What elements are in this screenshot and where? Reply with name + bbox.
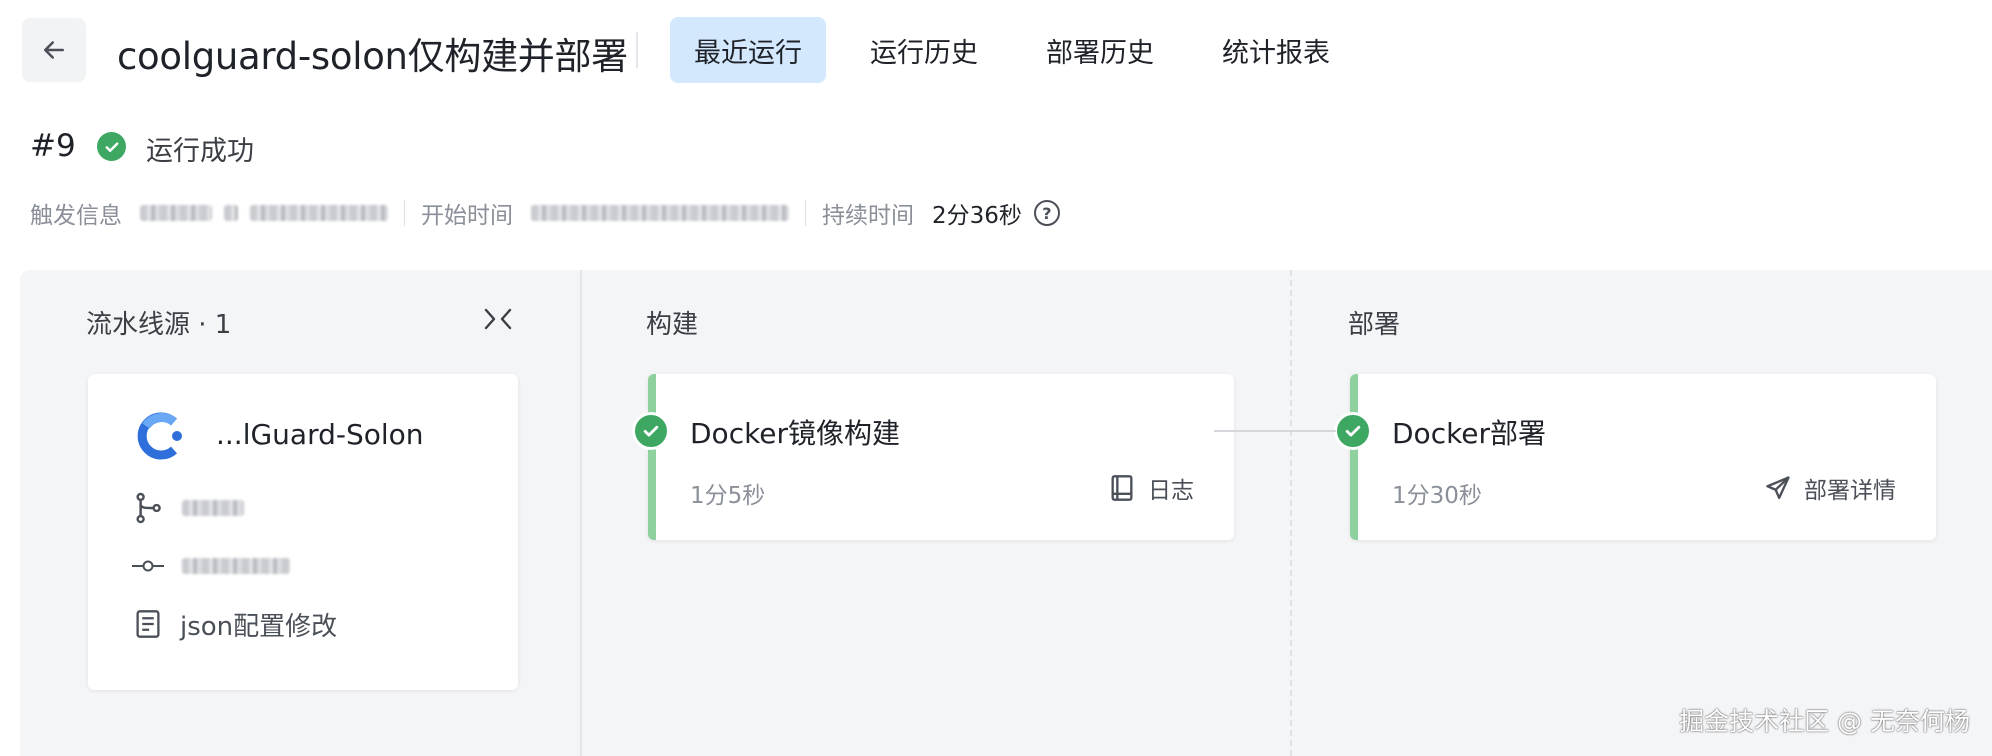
book-icon [1108,474,1136,502]
commit-icon [132,550,164,582]
meta-divider [404,200,405,226]
back-button[interactable] [22,18,86,82]
source-card[interactable]: ...lGuard-Solon json配置修改 [88,374,518,690]
start-time-label: 开始时间 [421,203,513,229]
trigger-separator-redacted [224,205,238,221]
deploy-job-card[interactable]: Docker部署 1分30秒 部署详情 [1334,374,1936,540]
success-check-icon [97,132,126,161]
branch-icon [132,492,164,524]
source-message-row: json配置修改 [132,606,337,642]
deploy-job-duration: 1分30秒 [1392,483,1482,509]
run-meta: 触发信息 开始时间 持续时间 2分36秒 ? [30,196,1060,230]
job-success-icon [1334,412,1372,450]
build-job-duration: 1分5秒 [690,483,766,509]
send-icon [1764,474,1792,502]
trigger-user-redacted [140,205,212,221]
page-title: coolguard-solon仅构建并部署 [117,35,628,78]
codeup-logo-icon [137,412,182,460]
deploy-job-title: Docker部署 [1392,417,1547,450]
job-success-icon [632,412,670,450]
source-branch-row [132,490,244,526]
title-divider [636,32,638,68]
commit-hash-redacted [182,558,290,574]
stage-dashed-divider [1290,270,1292,756]
source-column-header: 流水线源 · 1 [86,310,232,340]
tab-deploy-history[interactable]: 部署历史 [1022,17,1178,83]
commit-message: json配置修改 [180,611,338,642]
page-header: coolguard-solon仅构建并部署 最近运行 运行历史 部署历史 统计报… [0,0,1992,100]
run-number: #9 [30,128,76,164]
trigger-time-redacted [250,205,388,221]
deploy-detail-link[interactable]: 部署详情 [1764,472,1896,504]
deploy-detail-label: 部署详情 [1804,478,1896,504]
collapse-button[interactable] [480,304,516,334]
trigger-info-label: 触发信息 [30,203,122,229]
document-icon [132,608,164,640]
help-icon[interactable]: ? [1033,200,1060,226]
job-status-accent [1350,374,1358,540]
start-time-redacted [531,205,789,221]
build-log-link[interactable]: 日志 [1108,472,1194,504]
tab-run-history[interactable]: 运行历史 [846,17,1002,83]
arrow-left-icon [44,41,64,59]
run-status-text: 运行成功 [146,136,254,167]
build-column-header: 构建 [646,310,699,340]
build-job-card[interactable]: Docker镜像构建 1分5秒 日志 [632,374,1234,540]
pipeline-canvas: 流水线源 · 1 构建 部署 ...lGuard-Solon json配置修改 … [20,270,1992,756]
build-job-title: Docker镜像构建 [690,417,901,450]
source-repo-name: ...lGuard-Solon [216,418,424,451]
duration-label: 持续时间 [822,203,914,229]
job-status-accent [648,374,656,540]
collapse-arrows-icon [484,308,512,330]
duration-value: 2分36秒 [932,203,1022,229]
deploy-column-header: 部署 [1348,310,1401,340]
tab-statistics[interactable]: 统计报表 [1198,17,1354,83]
build-log-label: 日志 [1148,478,1194,504]
branch-name-redacted [182,500,244,516]
meta-divider [805,200,806,226]
tab-recent-runs[interactable]: 最近运行 [670,17,826,83]
column-divider [580,270,582,756]
watermark: 掘金技术社区 @ 无奈何杨 [1679,707,1970,736]
stage-connector-line [1214,430,1336,432]
source-commit-row [132,548,290,584]
